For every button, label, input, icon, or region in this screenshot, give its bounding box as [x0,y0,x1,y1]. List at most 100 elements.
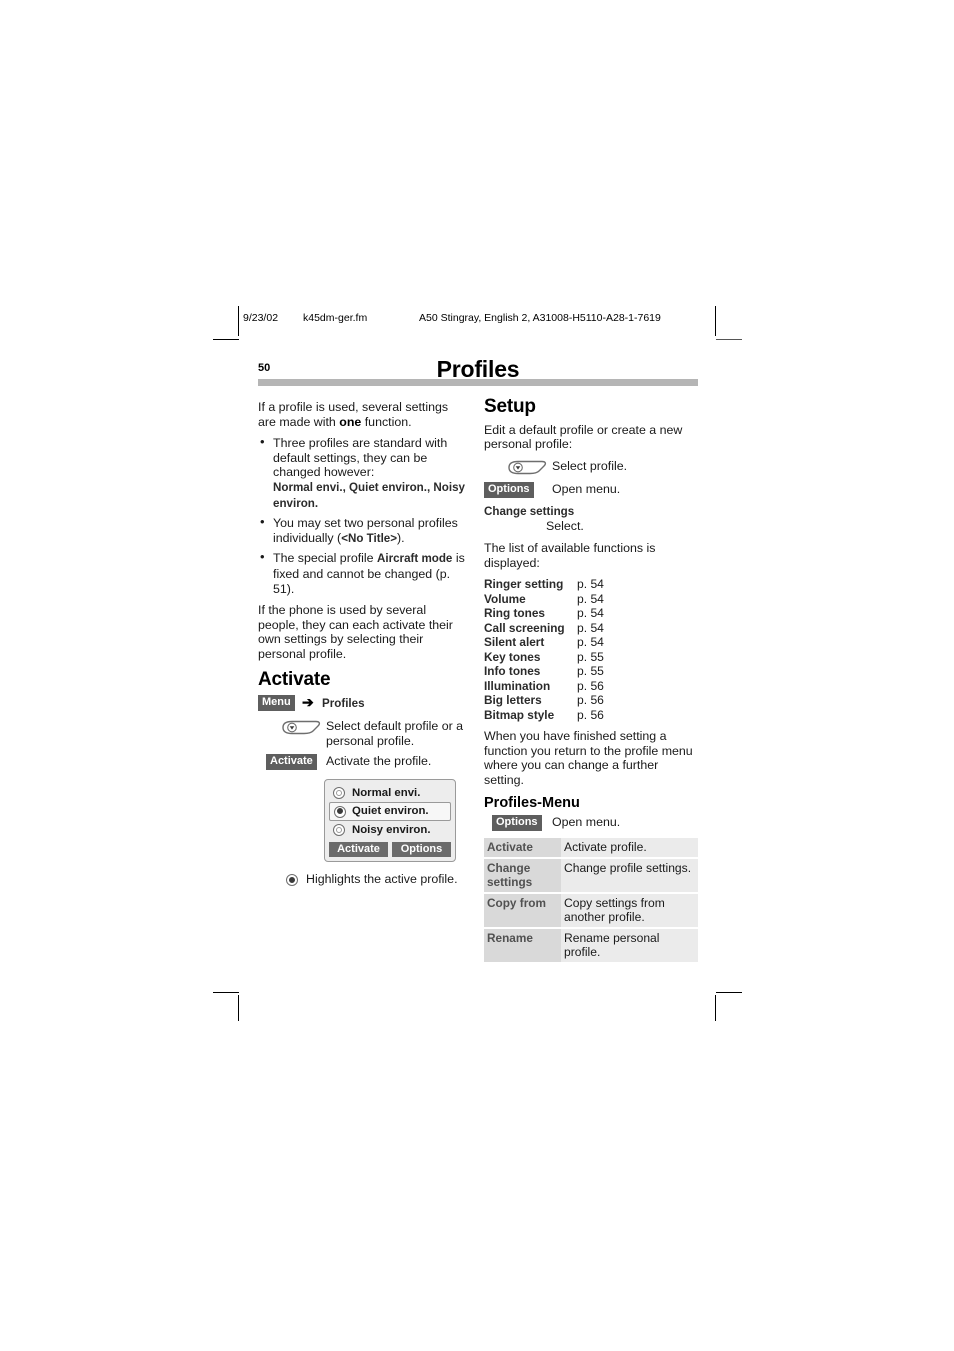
option-key[interactable]: Copy from [484,893,561,930]
mockup-softkey-bar: Activate Options [329,842,451,858]
crop-mark-top-left-horizontal [213,339,239,340]
intro-emphasis: one [339,414,362,429]
bullet-1-text: Three profiles are standard with default… [273,436,448,480]
option-description: Change profile settings. [561,858,698,895]
rocker-down-key-icon[interactable] [280,720,322,735]
table-row: Rename Rename personal profile. [484,928,698,965]
function-page-ref: p. 55 [577,664,604,679]
left-column: If a profile is used, several settings a… [258,400,466,889]
function-name: Ring tones [484,606,545,621]
bullet-3-text-before: The special profile [273,551,377,566]
function-page-ref: p. 56 [577,693,604,708]
step-select-profile-description: Select default profile or a personal pro… [326,719,464,748]
function-name: Info tones [484,664,541,679]
option-key[interactable]: Change settings [484,858,561,895]
function-page-ref: p. 56 [577,678,604,693]
table-row: Activate Activate profile. [484,838,698,860]
closing-paragraph: If the phone is used by several people, … [258,603,453,661]
intro-bullet-list: Three profiles are standard with default… [258,435,466,596]
menu-button[interactable]: Menu [258,695,295,712]
mockup-profile-row-noisy[interactable]: Noisy environ. [329,821,451,839]
function-page-ref: p. 54 [577,606,604,621]
bullet-1-keywords: Normal envi., Quiet environ., Noisy envi… [273,480,465,510]
step-open-menu-setup-description: Open menu. [552,481,621,496]
options-button[interactable]: Options [492,815,542,832]
crop-mark-top-left-vertical [238,306,239,336]
radio-selected-icon [334,805,346,818]
list-item: Illumination p. 56 [484,679,698,694]
list-item: Silent alert p. 54 [484,635,698,650]
intro-paragraph: If a profile is used, several settings a… [258,400,466,429]
radio-unselected-icon [333,787,345,800]
menu-path-row: Menu ➔ Profiles [258,695,466,712]
step-select-profile-setup: Select profile. [484,459,698,476]
option-key[interactable]: Activate [484,838,561,860]
list-item: The special profile Aircraft mode is fix… [258,550,466,596]
crop-mark-bottom-right-vertical [715,995,716,1021]
crop-mark-bottom-left-horizontal [213,992,239,993]
table-row: Copy from Copy settings from another pro… [484,893,698,930]
change-settings-action: Select. [546,519,584,534]
mockup-profile-label: Noisy environ. [352,823,431,836]
option-description: Rename personal profile. [561,928,698,965]
mockup-softkey-options[interactable]: Options [392,842,451,858]
list-item: Info tones p. 55 [484,664,698,679]
function-name: Ringer setting [484,577,564,592]
step-activate-profile-description: Activate the profile. [326,754,432,769]
list-item: Big letters p. 56 [484,693,698,708]
right-column: Setup Edit a default profile or create a… [484,396,698,965]
crop-mark-top-right-horizontal [716,339,742,340]
section-heading-setup: Setup [484,396,536,417]
crop-mark-top-right-vertical [715,306,716,336]
function-name: Silent alert [484,635,545,650]
bullet-2-keyword: <No Title> [341,531,398,545]
list-item: Ringer setting p. 54 [484,577,698,592]
function-page-ref: p. 54 [577,577,604,592]
activate-button[interactable]: Activate [266,754,317,771]
options-button[interactable]: Options [484,481,534,498]
step-select-profile: Select default profile or a personal pro… [258,719,466,748]
mockup-profile-label: Quiet environ. [352,805,429,818]
section-heading-activate: Activate [258,668,331,690]
phone-display-mockup: Normal envi. Quiet environ. Noisy enviro… [324,779,456,863]
menu-path-target: Profiles [322,697,365,711]
function-page-ref: p. 54 [577,620,604,635]
step-open-profiles-menu: Options Open menu. [484,815,698,832]
print-header-date: 9/23/02 [243,312,279,324]
step-open-menu-setup: Options Open menu. [484,481,698,499]
print-header-filename: k45dm-ger.fm [303,312,368,324]
crop-mark-bottom-right-horizontal [716,992,742,993]
function-page-ref: p. 54 [577,591,604,606]
function-name: Bitmap style [484,707,555,722]
option-description: Copy settings from another profile. [561,893,698,930]
rocker-down-key-icon[interactable] [506,460,548,475]
crop-mark-bottom-left-vertical [238,995,239,1021]
option-description: Activate profile. [561,838,698,860]
radio-selected-icon [286,874,298,887]
function-name: Call screening [484,620,565,635]
step-open-profiles-menu-description: Open menu. [552,815,621,830]
radio-unselected-icon [333,824,345,837]
list-item: Call screening p. 54 [484,621,698,636]
change-settings-label: Change settings [484,504,575,518]
list-item: Volume p. 54 [484,592,698,607]
function-name: Volume [484,591,526,606]
mockup-profile-row-quiet[interactable]: Quiet environ. [329,802,451,822]
table-row: Change settings Change profile settings. [484,858,698,895]
function-list-intro: The list of available functions is displ… [484,540,656,570]
mockup-profile-label: Normal envi. [352,786,421,799]
function-name: Big letters [484,693,542,708]
list-item: Three profiles are standard with default… [258,435,466,511]
mockup-legend-text: Highlights the active profile. [306,872,458,887]
mockup-legend: Highlights the active profile. [258,872,466,889]
function-page-ref: p. 55 [577,649,604,664]
bullet-3-keyword: Aircraft mode [377,552,453,566]
function-page-list: Ringer setting p. 54 Volume p. 54 Ring t… [484,577,698,722]
header-rule [258,379,698,386]
mockup-softkey-activate[interactable]: Activate [329,842,388,858]
function-name: Illumination [484,678,551,693]
after-list-paragraph: When you have finished setting a functio… [484,729,693,787]
option-key[interactable]: Rename [484,928,561,965]
mockup-profile-row-normal[interactable]: Normal envi. [329,784,451,802]
profiles-menu-options-table: Activate Activate profile. Change settin… [484,838,698,965]
